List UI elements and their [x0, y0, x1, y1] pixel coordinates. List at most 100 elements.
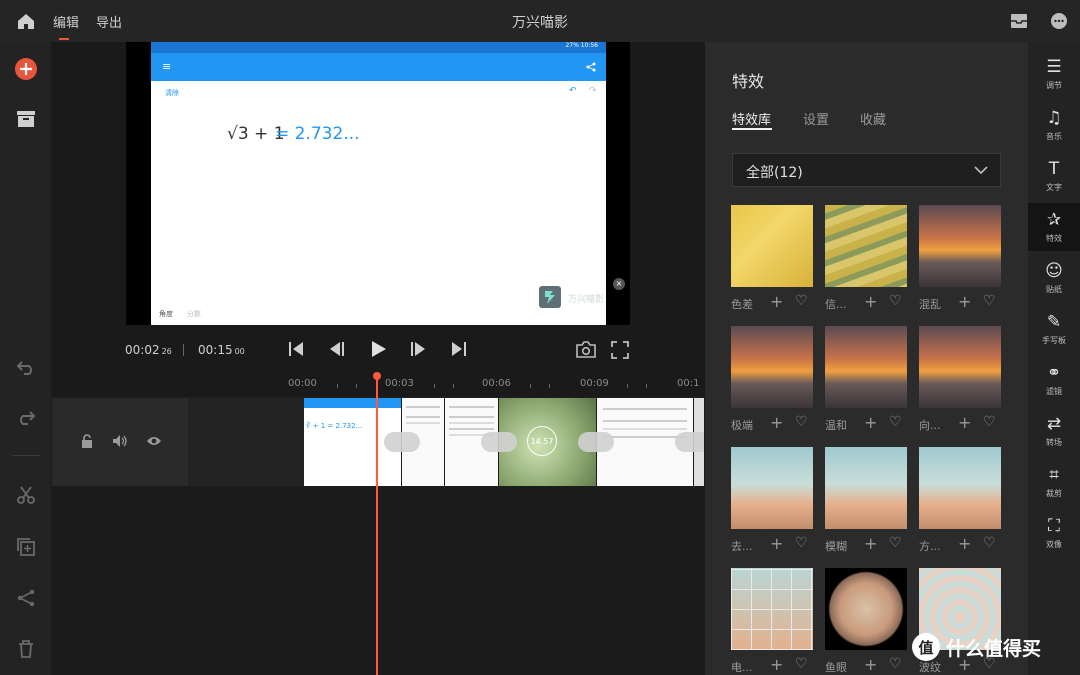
chat-icon[interactable]	[1048, 10, 1070, 32]
category-dropdown[interactable]: 全部(12)	[732, 153, 1001, 187]
add-media-button[interactable]	[13, 56, 39, 82]
rail-item-effects[interactable]: ✰ 特效	[1028, 203, 1080, 251]
rail-item-sticker[interactable]: ☺ 贴纸	[1028, 254, 1080, 302]
effect-name: 温和	[825, 419, 847, 432]
prev-frame-icon[interactable]	[328, 340, 346, 358]
add-effect-icon[interactable]: +	[864, 413, 877, 432]
effect-thumbnail[interactable]	[919, 326, 1001, 408]
track-empty-area	[188, 398, 304, 486]
next-frame-icon[interactable]	[409, 340, 427, 358]
rail-item-label: 裁剪	[1046, 489, 1062, 498]
duplicate-icon[interactable]	[13, 534, 39, 560]
rail-item-filter[interactable]: ⚭ 滤镜	[1028, 356, 1080, 404]
fullscreen-icon[interactable]	[611, 341, 629, 359]
effect-thumbnail[interactable]	[825, 326, 907, 408]
rail-item-transition[interactable]: ⇄ 转场	[1028, 407, 1080, 455]
favorite-heart-icon[interactable]: ♡	[795, 414, 808, 430]
split-icon[interactable]	[13, 585, 39, 611]
preview-video-frame: 27% 10:56 ≡ 清除 ↶ ↷ √3 + 1 = 2.732... 角度 …	[151, 42, 625, 325]
filter-icon: ⚭	[1046, 363, 1062, 383]
favorite-heart-icon[interactable]: ♡	[795, 535, 808, 551]
rail-item-crop[interactable]: ⌗ 裁剪	[1028, 458, 1080, 506]
add-effect-icon[interactable]: +	[770, 534, 783, 553]
volume-icon[interactable]	[112, 434, 128, 448]
rail-item-handwriting[interactable]: ✎ 手写板	[1028, 305, 1080, 353]
close-watermark-icon[interactable]: ×	[613, 278, 625, 290]
transition-handle[interactable]	[675, 432, 704, 452]
snapshot-camera-icon[interactable]	[576, 341, 596, 358]
add-effect-icon[interactable]: +	[864, 292, 877, 311]
effect-thumbnail[interactable]	[731, 205, 813, 287]
effect-name: 模糊	[825, 540, 847, 553]
watermark-text: 万兴喵影	[568, 295, 605, 305]
rail-item-music[interactable]: ♫ 音乐	[1028, 101, 1080, 149]
favorite-heart-icon[interactable]: ♡	[889, 293, 902, 309]
effect-name: 方...	[919, 540, 941, 553]
transition-handle[interactable]	[578, 432, 614, 452]
effect-thumbnail[interactable]	[919, 205, 1001, 287]
effects-icon: ✰	[1046, 210, 1062, 230]
current-time: 00:02 26	[125, 343, 172, 357]
favorite-heart-icon[interactable]: ♡	[795, 293, 808, 309]
skip-start-icon[interactable]	[287, 340, 305, 358]
clip-duration-badge: 14.57	[527, 426, 557, 456]
inbox-icon[interactable]	[1008, 10, 1030, 32]
transition-handle[interactable]	[481, 432, 517, 452]
play-icon[interactable]	[368, 339, 388, 359]
effect-thumbnail[interactable]	[825, 568, 907, 650]
phone-redo-icon: ↷	[589, 86, 597, 96]
music-icon: ♫	[1046, 108, 1062, 128]
lock-icon[interactable]	[81, 434, 93, 448]
add-effect-icon[interactable]: +	[864, 655, 877, 674]
redo-icon[interactable]	[13, 404, 39, 430]
rail-item-text[interactable]: T 文字	[1028, 152, 1080, 200]
phone-app-bar: ≡	[151, 53, 606, 81]
rail-item-double[interactable]: ⛶ 双像	[1028, 509, 1080, 557]
app-title: 万兴喵影	[512, 15, 568, 31]
favorite-heart-icon[interactable]: ♡	[889, 535, 902, 551]
effect-name: 电...	[731, 661, 753, 674]
favorite-heart-icon[interactable]: ♡	[983, 535, 996, 551]
divider	[12, 455, 40, 456]
favorite-heart-icon[interactable]: ♡	[889, 656, 902, 672]
rail-item-label: 手写板	[1042, 336, 1066, 345]
left-toolbar	[0, 42, 52, 675]
rail-item-sliders[interactable]: ☰ 调节	[1028, 50, 1080, 98]
rail-item-label: 音乐	[1046, 132, 1062, 141]
tab-favorites[interactable]: 收藏	[860, 109, 886, 128]
favorite-heart-icon[interactable]: ♡	[983, 414, 996, 430]
favorite-heart-icon[interactable]: ♡	[795, 656, 808, 672]
add-effect-icon[interactable]: +	[864, 534, 877, 553]
favorite-heart-icon[interactable]: ♡	[983, 293, 996, 309]
video-track-clip[interactable]: ∛ + 1 = 2.732... 14.57	[304, 398, 704, 486]
favorite-heart-icon[interactable]: ♡	[889, 414, 902, 430]
transition-handle[interactable]	[384, 432, 420, 452]
effect-thumbnail[interactable]	[825, 447, 907, 529]
eye-icon[interactable]	[146, 435, 162, 447]
effect-thumbnail[interactable]	[825, 205, 907, 287]
tab-settings[interactable]: 设置	[803, 109, 829, 128]
skip-end-icon[interactable]	[450, 340, 468, 358]
tab-effect-library[interactable]: 特效库	[732, 109, 771, 128]
add-effect-icon[interactable]: +	[770, 292, 783, 311]
add-effect-icon[interactable]: +	[958, 413, 971, 432]
add-effect-icon[interactable]: +	[958, 292, 971, 311]
effect-thumbnail[interactable]	[731, 568, 813, 650]
playhead-knob[interactable]	[373, 372, 381, 380]
undo-icon[interactable]	[13, 354, 39, 380]
playhead[interactable]	[376, 373, 378, 675]
effect-name: 极端	[731, 419, 753, 432]
effect-thumbnail[interactable]	[919, 447, 1001, 529]
track-header	[52, 398, 188, 486]
scissors-icon[interactable]	[13, 482, 39, 508]
add-effect-icon[interactable]: +	[958, 534, 971, 553]
active-tab-indicator	[732, 128, 772, 130]
text-icon: T	[1048, 159, 1060, 179]
effect-thumbnail[interactable]	[731, 447, 813, 529]
effect-thumbnail[interactable]	[731, 326, 813, 408]
add-effect-icon[interactable]: +	[770, 655, 783, 674]
add-effect-icon[interactable]: +	[770, 413, 783, 432]
rail-item-label: 转场	[1046, 438, 1062, 447]
archive-icon[interactable]	[13, 106, 39, 132]
trash-icon[interactable]	[13, 636, 39, 662]
